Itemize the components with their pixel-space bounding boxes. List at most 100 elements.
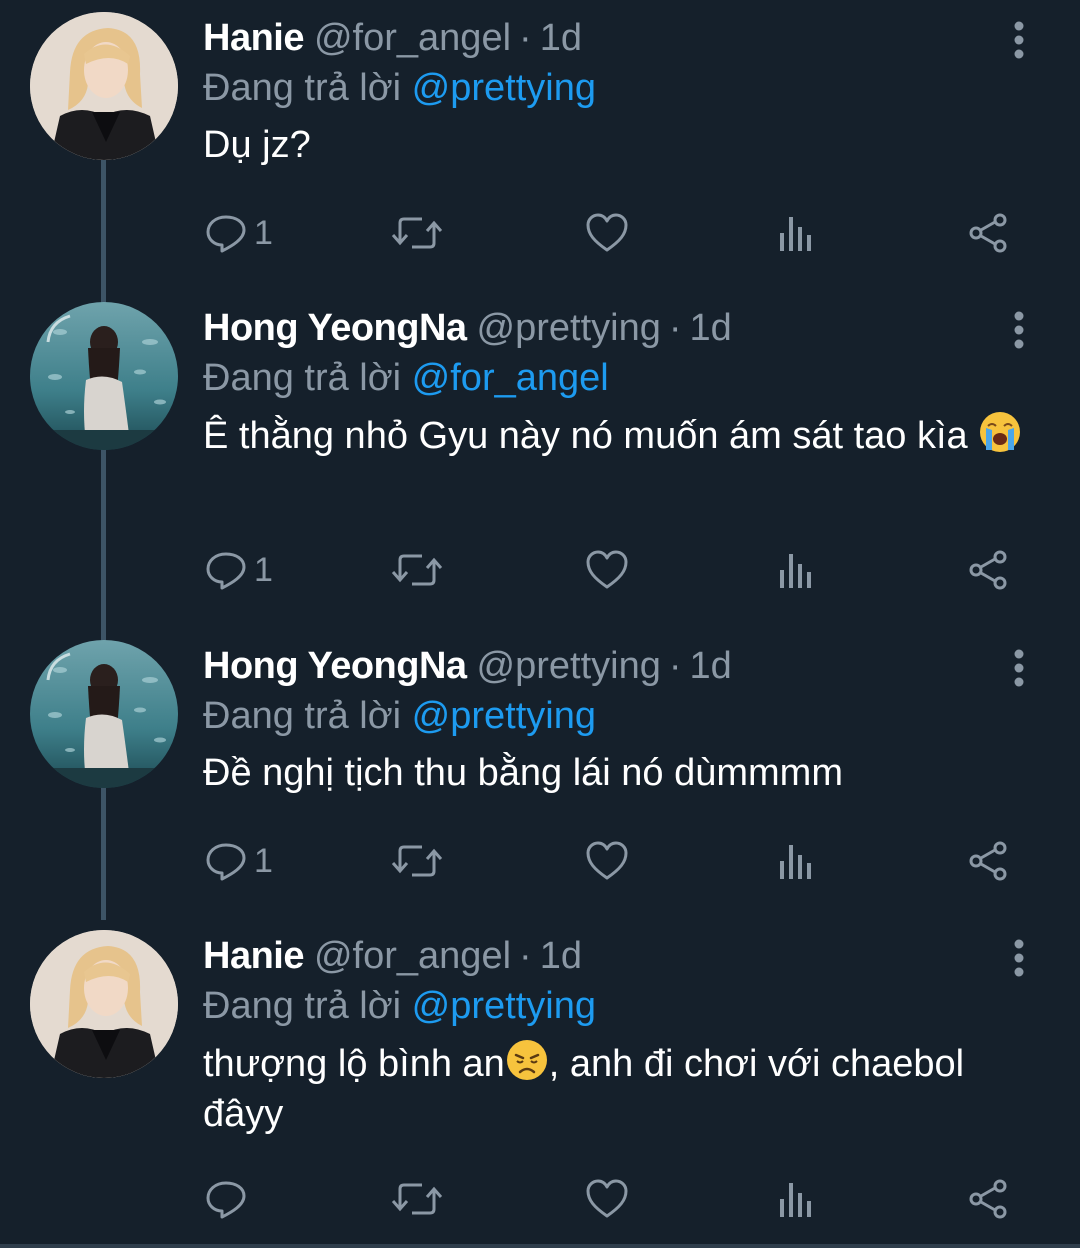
- reply-icon: [204, 1177, 248, 1221]
- share-icon: [966, 211, 1010, 255]
- analytics-icon: [776, 1177, 816, 1221]
- reply-count: 1: [254, 841, 273, 880]
- user-handle[interactable]: @for_angel: [314, 935, 511, 977]
- retweet-button[interactable]: [390, 836, 444, 886]
- share-icon: [966, 1177, 1010, 1221]
- replying-to-line: Đang trả lời @prettying: [203, 66, 596, 110]
- share-button[interactable]: [966, 836, 1010, 886]
- more-options-icon[interactable]: [1004, 18, 1034, 62]
- like-icon: [584, 548, 630, 592]
- analytics-button[interactable]: [776, 208, 816, 258]
- bottom-divider: [0, 1244, 1080, 1248]
- loudly-crying-face-emoji: [978, 410, 1022, 454]
- reply-count: 1: [254, 550, 273, 589]
- reply-mention-link[interactable]: @for_angel: [412, 357, 609, 399]
- tweet-text-part: Ê thằng nhỏ Gyu này nó muốn ám sát tao k…: [203, 415, 979, 457]
- user-handle[interactable]: @prettying: [477, 645, 661, 687]
- reply-button[interactable]: 1: [204, 208, 273, 258]
- timestamp[interactable]: 1d: [540, 935, 582, 977]
- tweet-text: thượng lộ bình an , anh đi chơi với chae…: [203, 1038, 1023, 1139]
- like-button[interactable]: [584, 836, 630, 886]
- share-button[interactable]: [966, 208, 1010, 258]
- tweet-text-part: thượng lộ bình an: [203, 1043, 505, 1085]
- retweet-icon: [390, 211, 444, 255]
- timestamp[interactable]: 1d: [540, 17, 582, 59]
- replying-label: Đang trả lời: [203, 695, 402, 737]
- display-name[interactable]: Hong YeongNa: [203, 307, 467, 349]
- avatar-aquarium-person-icon[interactable]: [30, 640, 178, 788]
- avatar-blonde-person-icon[interactable]: [30, 930, 178, 1078]
- display-name[interactable]: Hanie: [203, 935, 304, 977]
- like-icon: [584, 1177, 630, 1221]
- retweet-icon: [390, 1177, 444, 1221]
- retweet-button[interactable]: [390, 545, 444, 595]
- tweet-text-part: Dụ jz?: [203, 124, 311, 166]
- tweet-actions: 1: [0, 836, 1080, 886]
- separator-dot: ·: [668, 307, 682, 349]
- reply-icon: [204, 839, 248, 883]
- reply-count: 1: [254, 213, 273, 252]
- separator-dot: ·: [668, 645, 682, 687]
- retweet-icon: [390, 839, 444, 883]
- timestamp[interactable]: 1d: [690, 645, 732, 687]
- more-options-icon[interactable]: [1004, 936, 1034, 980]
- reply-button[interactable]: 1: [204, 836, 273, 886]
- display-name[interactable]: Hanie: [203, 17, 304, 59]
- tweet-header: Hong YeongNa @prettying · 1d: [203, 306, 732, 350]
- analytics-button[interactable]: [776, 836, 816, 886]
- analytics-button[interactable]: [776, 545, 816, 595]
- reply-mention-link[interactable]: @prettying: [412, 695, 596, 737]
- avatar-blonde-person-icon[interactable]: [30, 12, 178, 160]
- user-handle[interactable]: @for_angel: [314, 17, 511, 59]
- like-icon: [584, 211, 630, 255]
- like-button[interactable]: [584, 208, 630, 258]
- retweet-icon: [390, 548, 444, 592]
- retweet-button[interactable]: [390, 1174, 444, 1224]
- reply-icon: [204, 211, 248, 255]
- more-options-icon[interactable]: [1004, 646, 1034, 690]
- like-button[interactable]: [584, 1174, 630, 1224]
- share-button[interactable]: [966, 1174, 1010, 1224]
- analytics-icon: [776, 548, 816, 592]
- like-button[interactable]: [584, 545, 630, 595]
- reply-button[interactable]: 1: [204, 545, 273, 595]
- replying-label: Đang trả lời: [203, 67, 402, 109]
- tweet-actions: 1: [0, 208, 1080, 258]
- analytics-icon: [776, 839, 816, 883]
- reply-button[interactable]: [204, 1174, 248, 1224]
- tweet-item[interactable]: Hanie @for_angel · 1d Đang trả lời @prettyin…: [0, 930, 1080, 1230]
- user-handle[interactable]: @prettying: [477, 307, 661, 349]
- retweet-button[interactable]: [390, 208, 444, 258]
- tweet-header: Hong YeongNa @prettying · 1d: [203, 644, 732, 688]
- disappointed-face-emoji: [505, 1038, 549, 1082]
- replying-to-line: Đang trả lời @prettying: [203, 984, 596, 1028]
- share-icon: [966, 548, 1010, 592]
- tweet-text: Đề nghị tịch thu bằng lái nó dùmmmm: [203, 748, 1023, 798]
- replying-to-line: Đang trả lời @prettying: [203, 694, 596, 738]
- tweet-header: Hanie @for_angel · 1d: [203, 16, 582, 60]
- tweet-item[interactable]: Hanie @for_angel · 1d Đang trả lời @prettyin…: [0, 12, 1080, 264]
- reply-mention-link[interactable]: @prettying: [412, 985, 596, 1027]
- share-button[interactable]: [966, 545, 1010, 595]
- separator-dot: ·: [519, 17, 532, 59]
- analytics-button[interactable]: [776, 1174, 816, 1224]
- tweet-item[interactable]: Hong YeongNa @prettying · 1d Đang trả lời @f…: [0, 302, 1080, 601]
- reply-thread: Hanie @for_angel · 1d Đang trả lời @prettyin…: [0, 0, 1080, 1248]
- like-icon: [584, 839, 630, 883]
- tweet-actions: 1: [0, 545, 1080, 595]
- more-options-icon[interactable]: [1004, 308, 1034, 352]
- avatar-aquarium-person-icon[interactable]: [30, 302, 178, 450]
- separator-dot: ·: [519, 935, 532, 977]
- display-name[interactable]: Hong YeongNa: [203, 645, 467, 687]
- timestamp[interactable]: 1d: [690, 307, 732, 349]
- replying-to-line: Đang trả lời @for_angel: [203, 356, 609, 400]
- analytics-icon: [776, 211, 816, 255]
- replying-label: Đang trả lời: [203, 357, 402, 399]
- replying-label: Đang trả lời: [203, 985, 402, 1027]
- reply-icon: [204, 548, 248, 592]
- tweet-text: Ê thằng nhỏ Gyu này nó muốn ám sát tao k…: [203, 410, 1023, 461]
- tweet-text-part: Đề nghị tịch thu bằng lái nó dùmmmm: [203, 752, 843, 794]
- reply-mention-link[interactable]: @prettying: [412, 67, 596, 109]
- tweet-actions: [0, 1174, 1080, 1224]
- tweet-item[interactable]: Hong YeongNa @prettying · 1d Đang trả lời @p…: [0, 640, 1080, 892]
